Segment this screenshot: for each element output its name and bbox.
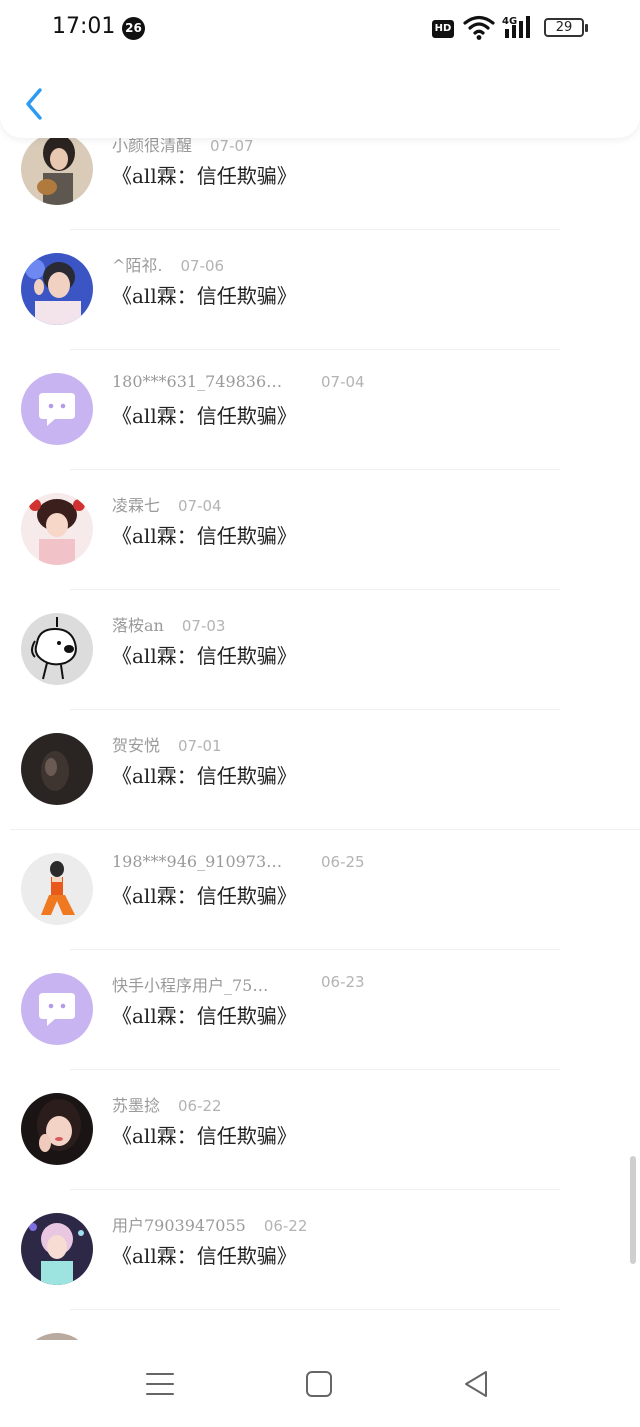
comment-text: 《all霖：信任欺骗》	[112, 764, 297, 788]
comment-date: 07-04	[321, 373, 365, 391]
comment-date: 06-22	[263, 1217, 308, 1235]
username[interactable]: 贺安悦	[112, 732, 160, 756]
list-item[interactable]: 198***946_910973… 06-25 《all霖：信任欺骗》	[0, 830, 640, 950]
avatar[interactable]	[21, 133, 93, 205]
avatar[interactable]	[21, 253, 93, 325]
comment-text: 《all霖：信任欺骗》	[112, 1004, 297, 1028]
battery-icon: 29	[544, 18, 588, 37]
comment-text: 《all霖：信任欺骗》	[112, 404, 297, 428]
avatar[interactable]	[21, 1333, 93, 1340]
avatar[interactable]	[21, 1213, 93, 1285]
list-item-partial[interactable]	[0, 1310, 640, 1340]
avatar[interactable]	[21, 733, 93, 805]
home-square-icon[interactable]	[302, 1368, 336, 1400]
comment-text: 《all霖：信任欺骗》	[112, 1124, 297, 1148]
avatar[interactable]	[21, 853, 93, 925]
menu-icon[interactable]	[143, 1368, 177, 1400]
comment-date: 07-01	[178, 737, 222, 755]
avatar[interactable]	[21, 1093, 93, 1165]
comment-text: 《all霖：信任欺骗》	[112, 1244, 297, 1268]
comment-date: 07-03	[181, 617, 226, 635]
list-item[interactable]: 凌霖七 07-04 《all霖：信任欺骗》	[0, 470, 640, 590]
avatar[interactable]	[21, 613, 93, 685]
username[interactable]: 198***946_910973…	[112, 852, 282, 871]
wifi-icon	[463, 15, 495, 40]
comment-date: 07-07	[210, 137, 254, 155]
default-chat-avatar-icon[interactable]	[21, 973, 93, 1045]
list-item[interactable]: 180***631_749836… 07-04 《all霖：信任欺骗》	[0, 350, 640, 470]
status-time: 17:01	[52, 14, 116, 39]
username[interactable]: 苏墨捻	[112, 1092, 160, 1116]
top-header: 17:01 26 HD 4G 29	[0, 0, 640, 138]
list-item[interactable]: 贺安悦 07-01 《all霖：信任欺骗》	[0, 710, 640, 830]
comment-text: 《all霖：信任欺骗》	[112, 644, 297, 668]
avatar[interactable]	[21, 493, 93, 565]
comment-date: 06-25	[321, 853, 365, 871]
notification-badge: 26	[122, 17, 145, 40]
username[interactable]: 凌霖七	[112, 492, 160, 516]
username[interactable]: 落桉an	[112, 612, 164, 636]
comment-text: 《all霖：信任欺骗》	[112, 164, 297, 188]
list-item[interactable]: 苏墨捻 06-22 《all霖：信任欺骗》	[0, 1070, 640, 1190]
system-nav-bar	[0, 1340, 640, 1427]
list-item[interactable]: 快手小程序用户_75… 06-23 《all霖：信任欺骗》	[0, 950, 640, 1070]
hd-icon: HD	[432, 20, 454, 38]
back-chevron-icon[interactable]	[20, 86, 52, 122]
comment-date: 07-04	[178, 497, 222, 515]
comment-text: 《all霖：信任欺骗》	[112, 524, 297, 548]
comment-list[interactable]: 小颜很清醒 07-07 《all霖：信任欺骗》 ^陌祁. 07-06 《all霖：信…	[0, 120, 640, 1340]
comment-date: 06-22	[178, 1097, 222, 1115]
list-item[interactable]: ^陌祁. 07-06 《all霖：信任欺骗》	[0, 230, 640, 350]
list-item[interactable]: 用户7903947055 06-22 《all霖：信任欺骗》	[0, 1190, 640, 1310]
list-item[interactable]: 落桉an 07-03 《all霖：信任欺骗》	[0, 590, 640, 710]
username[interactable]: 用户7903947055	[112, 1212, 246, 1236]
scrollbar[interactable]	[630, 1156, 636, 1264]
comment-text: 《all霖：信任欺骗》	[112, 884, 297, 908]
back-triangle-icon[interactable]	[460, 1368, 494, 1400]
username[interactable]: 快手小程序用户_75…	[112, 972, 268, 996]
username[interactable]: 180***631_749836…	[112, 372, 282, 391]
default-chat-avatar-icon[interactable]	[21, 373, 93, 445]
comment-text: 《all霖：信任欺骗》	[112, 284, 297, 308]
comment-date: 07-06	[180, 257, 225, 275]
comment-date: 06-23	[321, 973, 365, 991]
username[interactable]: ^陌祁.	[112, 252, 163, 276]
cellular-signal-icon: 4G	[502, 16, 530, 38]
status-bar: 17:01 26 HD 4G 29	[0, 0, 640, 58]
